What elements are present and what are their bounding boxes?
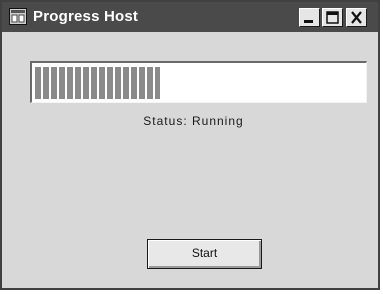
app-window-icon bbox=[9, 8, 27, 25]
title-bar[interactable]: Progress Host bbox=[2, 2, 378, 32]
progress-window: Progress Host Status: Running Start bbox=[0, 0, 380, 290]
progress-bar bbox=[30, 61, 367, 103]
window-title: Progress Host bbox=[33, 8, 139, 25]
start-button[interactable]: Start bbox=[147, 239, 262, 269]
maximize-button[interactable] bbox=[322, 8, 343, 27]
progress-bar-fill bbox=[35, 67, 160, 99]
status-label: Status: Running bbox=[143, 114, 244, 128]
minimize-button[interactable] bbox=[299, 8, 320, 27]
close-button[interactable] bbox=[346, 8, 367, 27]
